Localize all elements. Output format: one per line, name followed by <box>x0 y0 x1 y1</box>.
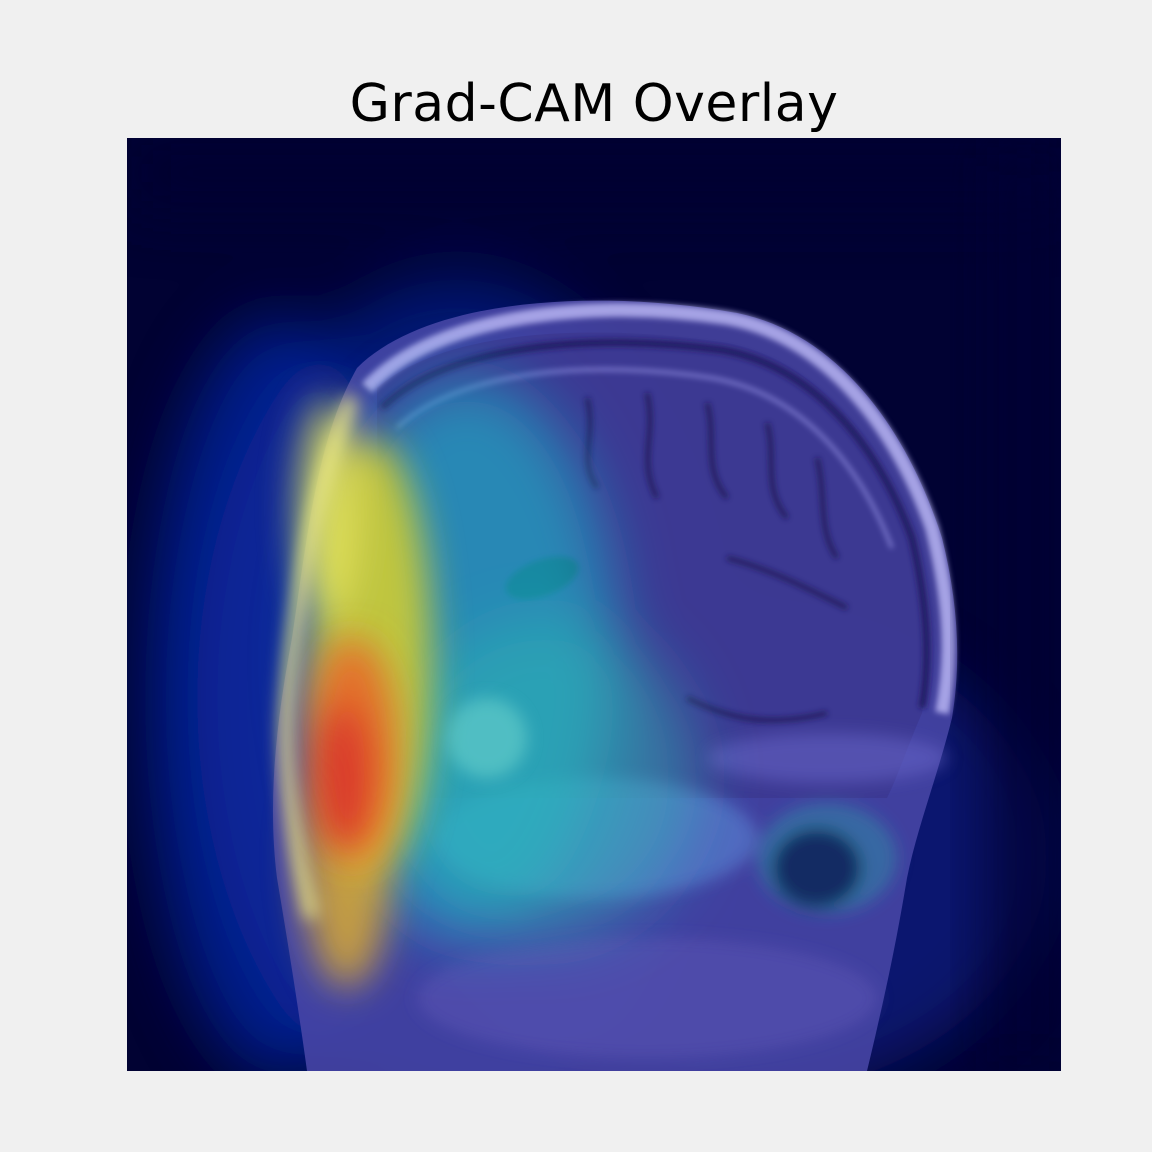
heatmap-red-hotspot <box>307 638 397 858</box>
right-vignette <box>987 138 1061 1071</box>
overlay-canvas <box>127 138 1061 1071</box>
gradcam-overlay-image <box>127 138 1061 1071</box>
figure: Grad-CAM Overlay <box>0 0 1152 1152</box>
bright-spot <box>447 698 527 778</box>
figure-title: Grad-CAM Overlay <box>349 74 839 134</box>
